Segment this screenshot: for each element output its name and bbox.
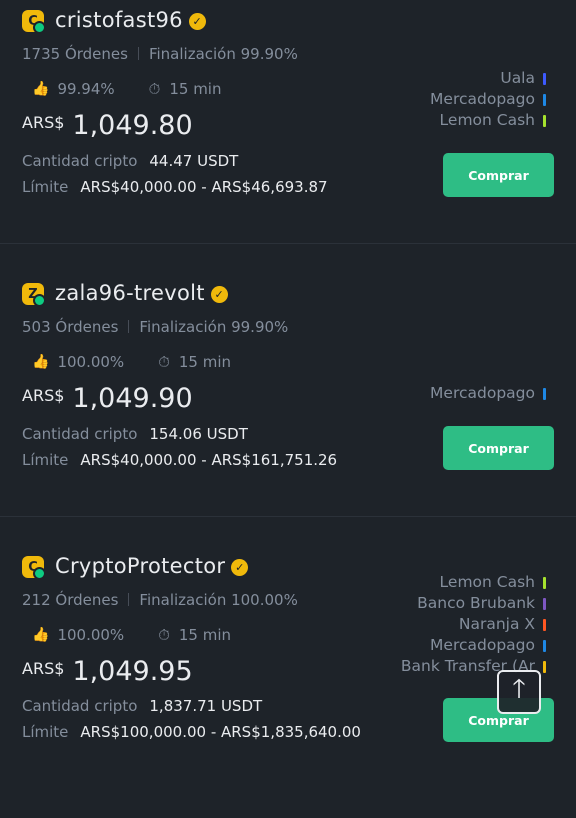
payment-time: 15 min <box>169 80 222 98</box>
thumbs-up-icon: 👍 <box>32 627 50 643</box>
scroll-to-top-button[interactable]: 🡑 <box>497 670 541 714</box>
payment-method: Banco Brubank <box>401 593 546 614</box>
order-count: 1735 Órdenes <box>22 45 128 63</box>
payment-method: Mercadopago <box>430 383 546 404</box>
arrow-up-icon: 🡑 <box>512 674 526 704</box>
merchant-avatar[interactable]: C <box>22 556 46 580</box>
order-count: 212 Órdenes <box>22 591 119 609</box>
price-value: 1,049.80 <box>72 110 193 141</box>
payment-color-bar <box>543 576 546 589</box>
verified-badge-icon: ✓ <box>188 13 206 30</box>
payment-method: Lemon Cash <box>430 110 546 131</box>
positive-rating: 100.00% <box>57 626 125 644</box>
positive-rating: 99.94% <box>57 80 115 98</box>
positive-rating: 100.00% <box>57 353 125 371</box>
payment-color-bar <box>543 387 546 400</box>
merchant-stats: 503 Órdenes Finalización 99.90% <box>22 318 288 336</box>
completion-rate: Finalización 100.00% <box>139 591 298 609</box>
merchant-meta: 👍 99.94% ⏱ 15 min <box>32 80 222 98</box>
merchant-name-row[interactable]: cristofast96 ✓ <box>55 8 206 32</box>
merchant-name-row[interactable]: zala96-trevolt ✓ <box>55 281 228 305</box>
limit-row: Límite ARS$100,000.00 - ARS$1,835,640.00 <box>22 723 361 741</box>
merchant-name[interactable]: cristofast96 <box>55 8 183 32</box>
thumbs-up-icon: 👍 <box>32 354 50 370</box>
offer-card: Z zala96-trevolt ✓ 503 Órdenes Finalizació… <box>0 273 576 545</box>
amount-row: Cantidad cripto 154.06 USDT <box>22 425 248 443</box>
merchant-meta: 👍 100.00% ⏱ 15 min <box>32 353 231 371</box>
card-divider <box>0 243 576 244</box>
amount-row: Cantidad cripto 1,837.71 USDT <box>22 697 262 715</box>
payment-color-bar <box>543 639 546 652</box>
payment-color-bar <box>543 618 546 631</box>
online-status-dot <box>33 567 46 580</box>
payment-color-bar <box>543 114 546 127</box>
timer-icon: ⏱ <box>158 626 170 644</box>
timer-icon: ⏱ <box>148 80 161 98</box>
price-value: 1,049.90 <box>72 383 193 414</box>
limit-label: Límite <box>22 451 69 469</box>
amount-row: Cantidad cripto 44.47 USDT <box>22 152 238 170</box>
payment-method: Lemon Cash <box>401 572 546 593</box>
price-row: ARS$ 1,049.80 <box>22 110 193 141</box>
merchant-stats: 212 Órdenes Finalización 100.00% <box>22 591 298 609</box>
card-divider <box>0 516 576 517</box>
timer-icon: ⏱ <box>158 353 170 371</box>
amount-label: Cantidad cripto <box>22 152 138 170</box>
amount-value: 1,837.71 USDT <box>149 697 263 715</box>
completion-rate: Finalización 99.90% <box>148 45 298 63</box>
amount-value: 44.47 USDT <box>149 152 239 170</box>
merchant-stats: 1735 Órdenes Finalización 99.90% <box>22 45 298 63</box>
payment-color-bar <box>543 72 546 85</box>
limit-row: Límite ARS$40,000.00 - ARS$161,751.26 <box>22 451 337 469</box>
price-currency: ARS$ <box>22 113 65 132</box>
limit-label: Límite <box>22 178 69 196</box>
amount-label: Cantidad cripto <box>22 697 138 715</box>
merchant-meta: 👍 100.00% ⏱ 15 min <box>32 626 231 644</box>
payment-color-bar <box>543 597 546 610</box>
amount-label: Cantidad cripto <box>22 425 138 443</box>
payment-method: Mercadopago <box>430 89 546 110</box>
limit-value: ARS$100,000.00 - ARS$1,835,640.00 <box>80 723 361 741</box>
merchant-avatar[interactable]: Z <box>22 283 46 307</box>
payment-method: Naranja X <box>401 614 546 635</box>
limit-value: ARS$40,000.00 - ARS$161,751.26 <box>80 451 338 469</box>
merchant-avatar[interactable]: C <box>22 10 46 34</box>
payment-method: Mercadopago <box>401 635 546 656</box>
price-currency: ARS$ <box>22 659 65 678</box>
offer-card: C cristofast96 ✓ 1735 Órdenes Finalización… <box>0 0 576 272</box>
limit-label: Límite <box>22 723 69 741</box>
order-count: 503 Órdenes <box>22 318 119 336</box>
thumbs-up-icon: 👍 <box>32 81 50 97</box>
payment-methods: Lemon Cash Banco Brubank Naranja X Merca… <box>401 572 546 677</box>
buy-button[interactable]: Comprar <box>443 426 554 470</box>
stats-divider <box>128 593 130 606</box>
online-status-dot <box>33 294 46 307</box>
price-value: 1,049.95 <box>72 656 193 687</box>
completion-rate: Finalización 99.90% <box>139 318 289 336</box>
verified-badge-icon: ✓ <box>210 286 228 303</box>
payment-method: Uala <box>430 68 546 89</box>
offer-card: C CryptoProtector ✓ 212 Órdenes Finalizaci… <box>0 546 576 818</box>
limit-row: Límite ARS$40,000.00 - ARS$46,693.87 <box>22 178 328 196</box>
price-row: ARS$ 1,049.90 <box>22 383 193 414</box>
payment-methods: Uala Mercadopago Lemon Cash <box>430 68 546 131</box>
stats-divider <box>128 320 130 333</box>
merchant-name-row[interactable]: CryptoProtector ✓ <box>55 554 249 578</box>
payment-time: 15 min <box>178 353 232 371</box>
payment-methods: Mercadopago <box>430 383 546 404</box>
price-currency: ARS$ <box>22 386 65 405</box>
merchant-name[interactable]: zala96-trevolt <box>55 281 205 305</box>
verified-badge-icon: ✓ <box>231 559 249 576</box>
price-row: ARS$ 1,049.95 <box>22 656 193 687</box>
stats-divider <box>137 47 139 60</box>
amount-value: 154.06 USDT <box>149 425 248 443</box>
payment-color-bar <box>543 93 546 106</box>
online-status-dot <box>33 21 46 34</box>
buy-button[interactable]: Comprar <box>443 153 554 197</box>
limit-value: ARS$40,000.00 - ARS$46,693.87 <box>80 178 328 196</box>
merchant-name[interactable]: CryptoProtector <box>55 554 225 578</box>
payment-color-bar <box>543 660 546 673</box>
payment-time: 15 min <box>178 626 232 644</box>
